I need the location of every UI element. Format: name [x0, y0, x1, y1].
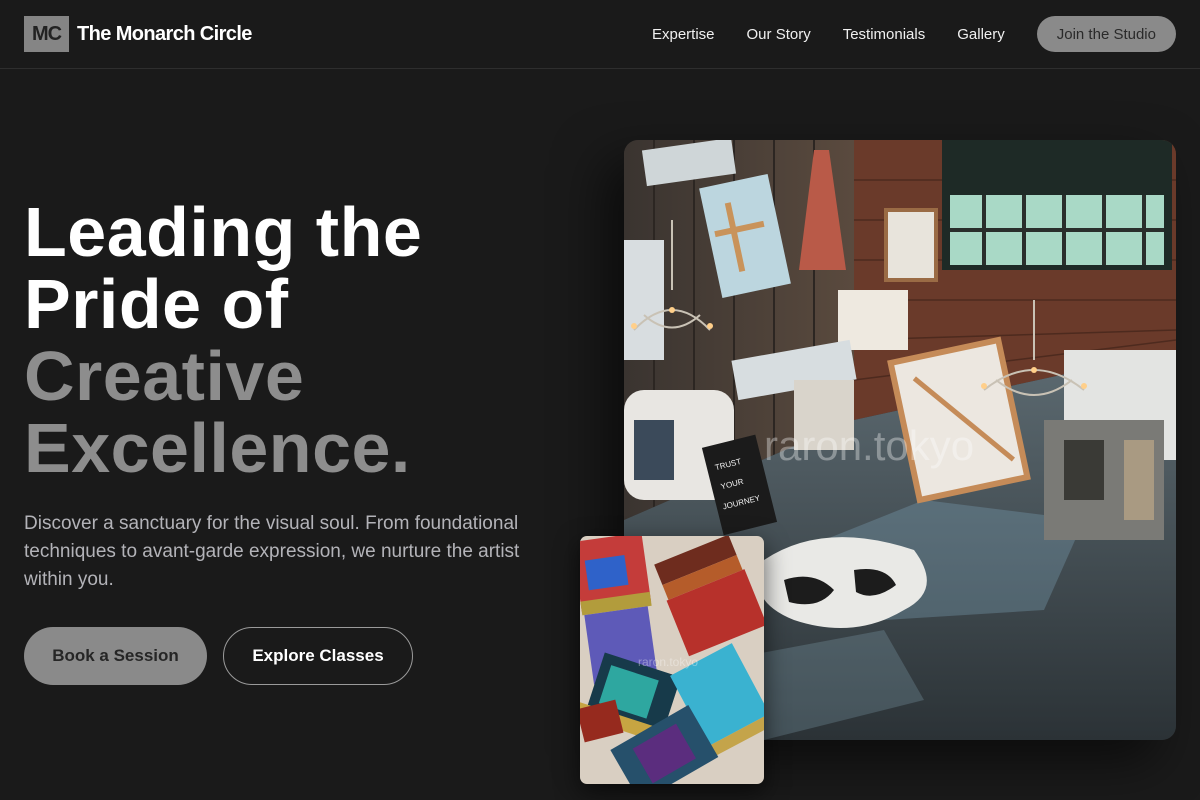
hero-text: Leading the Pride of Creative Excellence…	[24, 196, 544, 685]
brand-name[interactable]: The Monarch Circle	[77, 23, 252, 46]
hero-actions: Book a Session Explore Classes	[24, 627, 544, 685]
main-nav: Expertise Our Story Testimonials Gallery…	[620, 16, 1176, 52]
headline-line-2: Pride of	[24, 265, 289, 343]
nav-link-our-story[interactable]: Our Story	[747, 26, 811, 43]
join-studio-button[interactable]: Join the Studio	[1036, 16, 1176, 52]
book-session-button[interactable]: Book a Session	[24, 627, 207, 685]
nav-link-expertise[interactable]: Expertise	[652, 26, 715, 43]
explore-classes-button[interactable]: Explore Classes	[223, 627, 413, 685]
headline-line-3: Creative	[24, 337, 305, 415]
brushes-illustration: raron.tokyo	[580, 536, 764, 784]
nav-link-gallery[interactable]: Gallery	[957, 26, 1005, 43]
hero-headline: Leading the Pride of Creative Excellence…	[24, 196, 544, 484]
site-header: MC The Monarch Circle Expertise Our Stor…	[0, 0, 1200, 69]
brush-watermark: raron.tokyo	[638, 655, 698, 669]
nav-link-testimonials[interactable]: Testimonials	[843, 26, 926, 43]
logo-mark[interactable]: MC	[24, 16, 69, 52]
hero-subtext: Discover a sanctuary for the visual soul…	[24, 513, 520, 590]
studio-watermark: raron.tokyo	[764, 422, 974, 469]
headline-line-1: Leading the	[24, 193, 423, 271]
headline-line-4: Excellence.	[24, 409, 411, 487]
brush-photo: raron.tokyo	[580, 536, 764, 784]
brand[interactable]: MC The Monarch Circle	[24, 16, 252, 52]
